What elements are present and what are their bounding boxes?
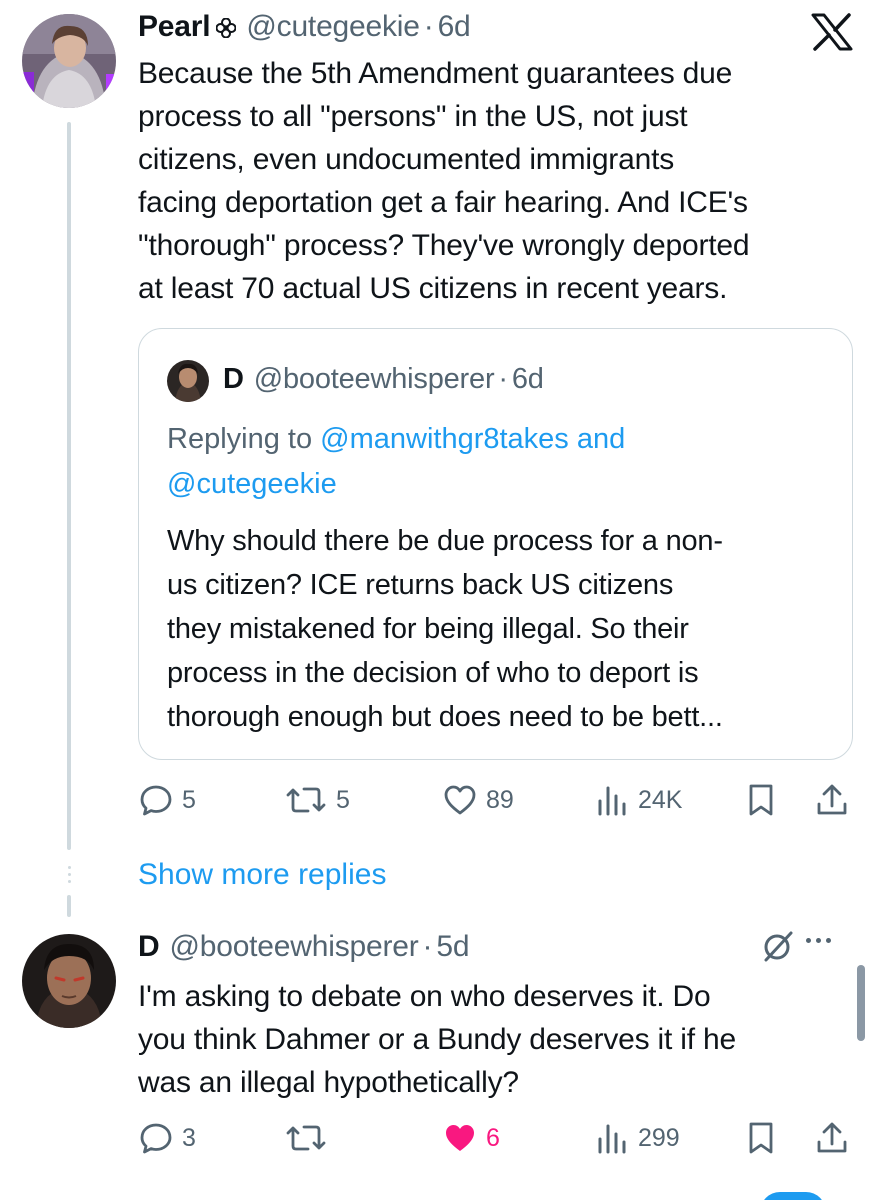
- bookmark-icon: [749, 1122, 773, 1154]
- mention-link[interactable]: @cutegeekie: [167, 468, 337, 500]
- repost-icon: [286, 1125, 326, 1151]
- reply-timestamp[interactable]: 5d: [436, 930, 469, 964]
- avatar-d[interactable]: [22, 934, 116, 1028]
- author-name[interactable]: Pearl: [138, 10, 211, 44]
- quote-text-line: they mistakened for being illegal. So th…: [167, 613, 689, 645]
- flower-icon: [215, 12, 237, 46]
- repost-count: 5: [336, 785, 350, 814]
- share-icon: [817, 784, 847, 815]
- reply-author-name[interactable]: D: [138, 930, 160, 964]
- tweet-text-line: process to all "persons" in the US, not …: [138, 100, 688, 133]
- reply-text-line: you think Dahmer or a Bundy deserves it …: [138, 1023, 736, 1056]
- thread-connector-short: [67, 895, 71, 917]
- bookmark-button[interactable]: [744, 780, 778, 820]
- reply-text: I'm asking to debate on who deserves it.…: [138, 975, 736, 1104]
- reply-author-handle[interactable]: @booteewhisperer: [169, 930, 418, 964]
- reply-button[interactable]: 3: [138, 1118, 196, 1158]
- mention-link[interactable]: @manwithgr8takes: [320, 423, 569, 455]
- tweet-text-line: "thorough" process? They've wrongly depo…: [138, 229, 750, 262]
- share-icon: [817, 1122, 847, 1153]
- quote-text-line: us citizen? ICE returns back US citizens: [167, 569, 674, 601]
- quote-author-name[interactable]: D: [223, 363, 244, 396]
- tweet-text-line: at least 70 actual US citizens in recent…: [138, 272, 728, 305]
- share-button[interactable]: [814, 1118, 850, 1158]
- reply-icon: [140, 785, 172, 816]
- views-icon: [598, 786, 626, 816]
- separator: ·: [422, 930, 433, 963]
- quote-text-line: process in the decision of who to deport…: [167, 657, 699, 689]
- timestamp[interactable]: 6d: [438, 10, 471, 44]
- reply-count: 5: [182, 785, 196, 814]
- thread-connector: [67, 122, 71, 850]
- grok-icon[interactable]: [760, 928, 796, 969]
- reply-button[interactable]: 5: [138, 780, 196, 820]
- tweet-text-line: Because the 5th Amendment guarantees due: [138, 57, 733, 90]
- thread-gap-dots: [64, 866, 74, 883]
- view-count: 24K: [638, 785, 683, 814]
- like-button[interactable]: 89: [442, 780, 514, 820]
- heart-filled-icon: [446, 1125, 474, 1151]
- quote-header: D @booteewhisperer · 6d: [223, 363, 544, 396]
- repost-icon: [286, 787, 326, 813]
- compose-button-partial[interactable]: [760, 1192, 826, 1200]
- repost-button[interactable]: 5: [284, 780, 350, 820]
- scrollbar[interactable]: [857, 965, 865, 1041]
- separator: ·: [423, 10, 434, 43]
- quote-text-line: thorough enough but does need to be bett…: [167, 701, 723, 733]
- tweet-text: Because the 5th Amendment guarantees due…: [138, 52, 750, 310]
- author-handle[interactable]: @cutegeekie: [246, 10, 420, 44]
- bookmark-icon: [749, 784, 773, 816]
- like-count: 89: [486, 785, 514, 814]
- reply-action-bar: 3 6 299: [138, 1118, 853, 1158]
- replying-prefix: Replying to: [167, 423, 321, 455]
- reply-header: D @booteewhisperer · 5d: [138, 930, 470, 964]
- reply-text-line: was an illegal hypothetically?: [138, 1066, 519, 1099]
- x-logo-icon[interactable]: [810, 13, 854, 56]
- views-icon: [598, 1124, 626, 1154]
- reply-icon: [140, 1123, 172, 1154]
- tweet-text-line: facing deportation get a fair hearing. A…: [138, 186, 748, 219]
- views-button[interactable]: 299: [594, 1118, 680, 1158]
- views-button[interactable]: 24K: [594, 780, 682, 820]
- tweet-action-bar: 5 5 89 24K: [138, 780, 853, 820]
- quote-text-line: Why should there be due process for a no…: [167, 525, 723, 557]
- more-options-icon[interactable]: [806, 938, 831, 943]
- reply-text-line: I'm asking to debate on who deserves it.…: [138, 980, 711, 1013]
- quote-author-handle[interactable]: @booteewhisperer: [254, 363, 495, 396]
- quote-avatar[interactable]: [167, 360, 209, 402]
- show-more-replies-link[interactable]: Show more replies: [138, 858, 386, 892]
- separator: ·: [498, 363, 508, 395]
- replying-to: Replying to @manwithgr8takes and @cutege…: [167, 417, 625, 507]
- bookmark-button[interactable]: [744, 1118, 778, 1158]
- repost-button[interactable]: [284, 1118, 336, 1158]
- tweet-header: Pearl @cutegeekie · 6d: [138, 10, 471, 44]
- view-count: 299: [638, 1123, 680, 1152]
- avatar-pearl[interactable]: [22, 14, 116, 108]
- heart-icon: [444, 785, 476, 815]
- tweet-text-line: citizens, even undocumented immigrants: [138, 143, 675, 176]
- quote-text: Why should there be due process for a no…: [167, 519, 723, 739]
- replying-and: and: [568, 423, 626, 455]
- like-count: 6: [486, 1123, 500, 1152]
- quote-timestamp: 6d: [511, 363, 544, 395]
- quoted-tweet[interactable]: D @booteewhisperer · 6d Replying to @man…: [138, 328, 853, 760]
- like-button[interactable]: 6: [442, 1118, 500, 1158]
- share-button[interactable]: [814, 780, 850, 820]
- reply-count: 3: [182, 1123, 196, 1152]
